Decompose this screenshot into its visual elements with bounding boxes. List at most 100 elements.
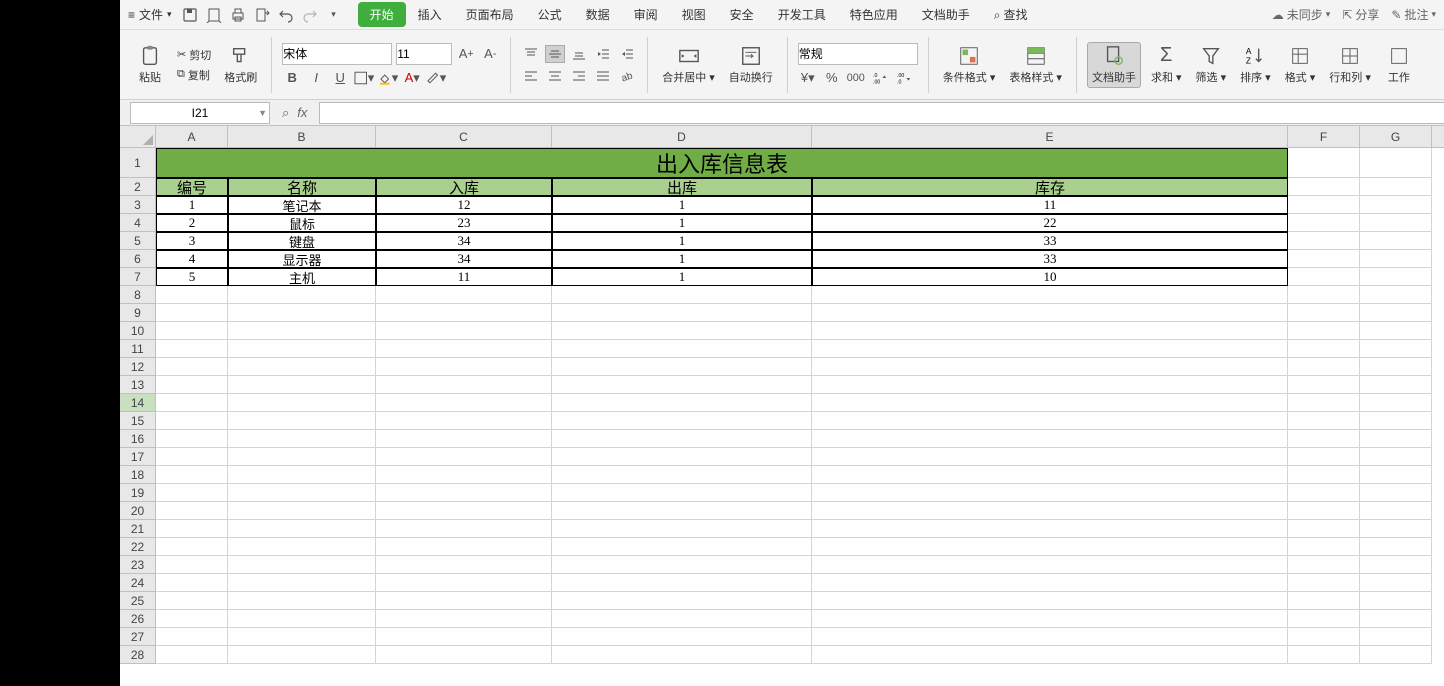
cell[interactable]	[376, 610, 552, 628]
cell[interactable]	[376, 304, 552, 322]
border-button[interactable]: ▾	[354, 69, 374, 87]
worksheet-button[interactable]: 工作	[1381, 43, 1417, 87]
decrease-font-button[interactable]: A-	[480, 45, 500, 63]
column-header-G[interactable]: G	[1360, 126, 1432, 147]
row-header-2[interactable]: 2	[120, 178, 155, 196]
cell[interactable]	[1360, 394, 1432, 412]
cell[interactable]	[1288, 232, 1360, 250]
cell[interactable]	[812, 592, 1288, 610]
cell[interactable]	[1360, 466, 1432, 484]
row-header-19[interactable]: 19	[120, 484, 155, 502]
cell[interactable]	[156, 376, 228, 394]
cell[interactable]	[228, 412, 376, 430]
fill-color-button[interactable]: ▾	[378, 69, 398, 87]
cell[interactable]	[812, 448, 1288, 466]
data-cell[interactable]: 1	[552, 268, 812, 286]
row-header-25[interactable]: 25	[120, 592, 155, 610]
comment-button[interactable]: ✎批注▾	[1391, 6, 1436, 23]
cell[interactable]	[156, 430, 228, 448]
data-cell[interactable]: 33	[812, 232, 1288, 250]
cell[interactable]	[812, 538, 1288, 556]
cell[interactable]	[812, 412, 1288, 430]
column-header-C[interactable]: C	[376, 126, 552, 147]
cell[interactable]	[228, 538, 376, 556]
column-header-F[interactable]: F	[1288, 126, 1360, 147]
cell[interactable]	[1360, 592, 1432, 610]
cell[interactable]	[228, 592, 376, 610]
cell[interactable]	[1360, 304, 1432, 322]
underline-button[interactable]: U	[330, 69, 350, 87]
cell[interactable]	[812, 628, 1288, 646]
cell[interactable]	[812, 556, 1288, 574]
cell[interactable]	[376, 394, 552, 412]
column-header-A[interactable]: A	[156, 126, 228, 147]
cell[interactable]	[552, 286, 812, 304]
cell[interactable]	[228, 646, 376, 664]
cell[interactable]	[376, 574, 552, 592]
cell[interactable]	[376, 358, 552, 376]
cell[interactable]	[1288, 250, 1360, 268]
orientation-button[interactable]: ab	[617, 67, 637, 85]
cell[interactable]	[1288, 268, 1360, 286]
filter-button[interactable]: 筛选 ▾	[1192, 43, 1231, 87]
cell[interactable]	[1288, 520, 1360, 538]
cell[interactable]	[552, 394, 812, 412]
cell[interactable]	[1288, 610, 1360, 628]
font-color-button[interactable]: A▾	[402, 69, 422, 87]
cell[interactable]	[376, 592, 552, 610]
row-header-9[interactable]: 9	[120, 304, 155, 322]
cell[interactable]	[228, 466, 376, 484]
cell[interactable]	[1360, 250, 1432, 268]
tab-review[interactable]: 审阅	[622, 2, 670, 27]
cell[interactable]	[552, 538, 812, 556]
cell[interactable]	[552, 484, 812, 502]
row-header-27[interactable]: 27	[120, 628, 155, 646]
cell[interactable]	[1288, 628, 1360, 646]
row-header-18[interactable]: 18	[120, 466, 155, 484]
cell[interactable]	[1360, 340, 1432, 358]
cell[interactable]	[156, 574, 228, 592]
row-header-4[interactable]: 4	[120, 214, 155, 232]
cell[interactable]	[376, 340, 552, 358]
cell[interactable]	[1288, 340, 1360, 358]
cell[interactable]	[156, 412, 228, 430]
cell[interactable]	[552, 520, 812, 538]
font-size-select[interactable]	[396, 43, 452, 65]
cell[interactable]	[376, 646, 552, 664]
cell[interactable]	[376, 286, 552, 304]
cell[interactable]	[1360, 148, 1432, 178]
cell[interactable]	[812, 340, 1288, 358]
increase-indent-button[interactable]	[617, 45, 637, 63]
row-header-26[interactable]: 26	[120, 610, 155, 628]
name-box[interactable]: I21 ▼	[130, 102, 270, 124]
row-header-10[interactable]: 10	[120, 322, 155, 340]
decrease-decimal-button[interactable]: .00.0	[894, 69, 914, 87]
row-header-16[interactable]: 16	[120, 430, 155, 448]
cell[interactable]	[1288, 574, 1360, 592]
align-right-button[interactable]	[569, 67, 589, 85]
cell[interactable]	[376, 466, 552, 484]
tab-search[interactable]: ⌕查找	[982, 2, 1040, 27]
cell[interactable]	[1360, 196, 1432, 214]
data-cell[interactable]: 1	[552, 196, 812, 214]
cell[interactable]	[1360, 358, 1432, 376]
copy-button[interactable]: ⧉复制	[174, 66, 214, 84]
cell[interactable]	[228, 430, 376, 448]
row-header-14[interactable]: 14	[120, 394, 155, 412]
cell[interactable]	[228, 610, 376, 628]
cond-format-button[interactable]: 条件格式 ▾	[939, 43, 1000, 87]
data-cell[interactable]: 2	[156, 214, 228, 232]
data-cell[interactable]: 34	[376, 250, 552, 268]
cell[interactable]	[812, 484, 1288, 502]
data-cell[interactable]: 10	[812, 268, 1288, 286]
cell[interactable]	[1360, 502, 1432, 520]
cell[interactable]	[156, 610, 228, 628]
cell[interactable]	[1360, 646, 1432, 664]
cell[interactable]	[228, 340, 376, 358]
data-cell[interactable]: 鼠标	[228, 214, 376, 232]
tab-dev[interactable]: 开发工具	[766, 2, 838, 27]
cell[interactable]	[552, 340, 812, 358]
row-header-13[interactable]: 13	[120, 376, 155, 394]
cell[interactable]	[1360, 538, 1432, 556]
cell[interactable]	[228, 304, 376, 322]
